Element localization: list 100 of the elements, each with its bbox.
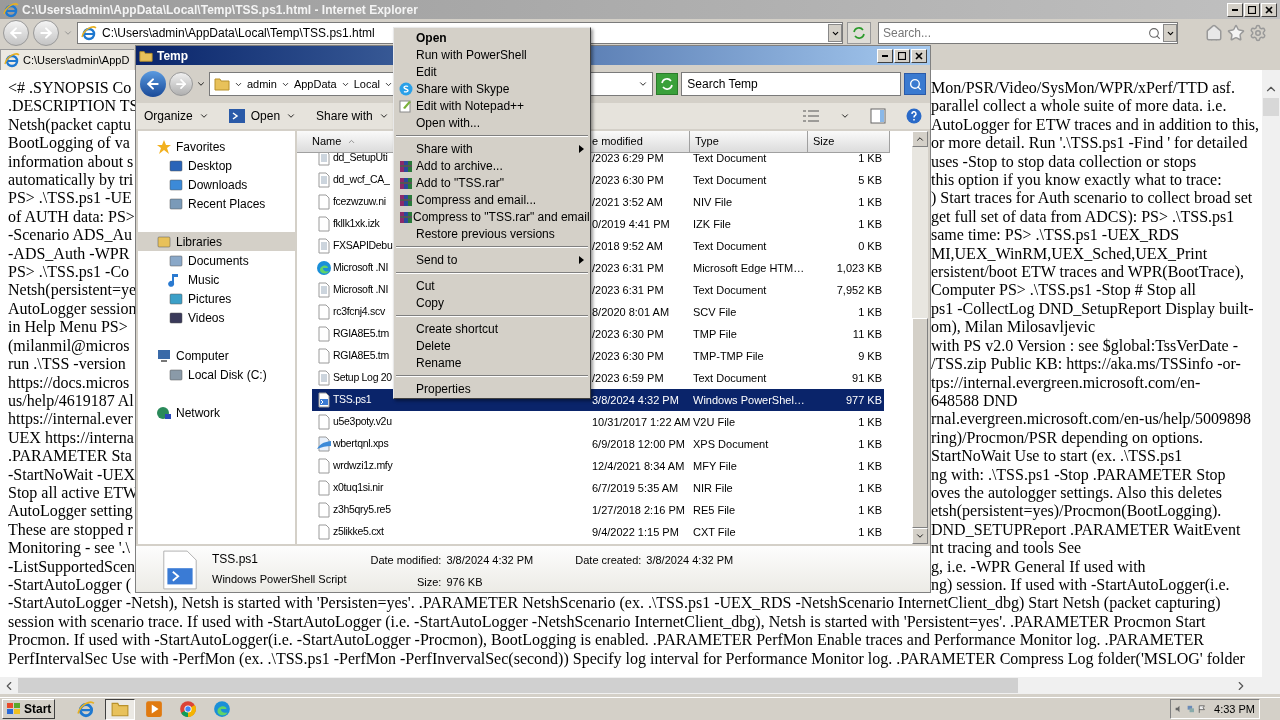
file-size: 7,952 KB	[836, 282, 882, 298]
file-size: 1 KB	[858, 304, 882, 320]
page-text-line: uses -Stop to stop data collection or stops	[931, 152, 1197, 172]
page-text-line: https://docs.micros	[8, 373, 130, 392]
file-type: MFY File	[693, 458, 737, 474]
file-date: 1/27/2018 2:16 PM	[592, 502, 685, 518]
file-date: 6/9/2018 12:00 PM	[592, 436, 685, 452]
page-text-line: AutoLogger for ETW traces and in addition to this,	[931, 115, 1260, 135]
file-date: /2023 6:30 PM	[592, 172, 664, 188]
file-size: 91 KB	[852, 370, 882, 386]
file-type: TMP-TMP File	[693, 348, 764, 364]
file-size: 1 KB	[858, 480, 882, 496]
page-text-line: nt tracing and tools See	[931, 539, 1082, 558]
file-type: Text Document	[693, 238, 767, 254]
page-text-line: PS> .\TSS.ps1 -UE	[8, 189, 132, 208]
page-text-line: us/help/4619187 Al	[8, 391, 134, 411]
page-text-line: in Help Menu PS>	[8, 318, 128, 337]
page-text-line: Mon/PSR/Video/SysMon/WPR/xPerf/TTD asf.	[931, 79, 1235, 98]
file-date: 10/31/2017 1:22 AM	[592, 414, 691, 430]
browser-title: C:\Users\admin\AppData\Local\Temp\TSS.ps1.html - Internet Explorer	[22, 1, 418, 19]
file-name: wbertqnl.xps	[333, 436, 389, 452]
file-size: 1 KB	[858, 458, 882, 474]
page-text-line: DND_SETUPReport .PARAMETER WaitEvent	[931, 520, 1241, 540]
file-size: 1 KB	[858, 216, 882, 232]
file-name: RGIA8E5.tm	[333, 348, 389, 364]
page-text-line: ps1 -CollectLog DND_SetupReport Display built-	[931, 299, 1254, 319]
file-name: Microsoft .NI	[333, 260, 389, 276]
file-date: 3/8/2024 4:32 PM	[592, 392, 679, 408]
page-text-line: https://internal.ever	[8, 410, 133, 429]
address-text: C:\Users\admin\AppData\Local\Temp\TSS.ps1.html	[102, 25, 375, 42]
page-text-line: information about s	[8, 152, 134, 172]
file-type: SCV File	[693, 304, 737, 320]
file-size: 1 KB	[858, 502, 882, 518]
page-text-line: UEX https://interna	[8, 428, 134, 448]
file-name: rc3fcnj4.scv	[333, 304, 385, 320]
page-text-line: g, i.e. -WPR General If used with	[931, 557, 1146, 576]
page-text-line: Procmon. If used with -StartAutoLogger(i.e. -StartAutoLogger -Procmon), BootLogging is enabled. .PARAMETER PerfMon Enable traces and Performance Monitor log. .PARAMETER	[8, 631, 1204, 650]
file-size: 5 KB	[858, 172, 882, 188]
page-text-line: oves the autologger settings. Also this deletes	[931, 483, 1223, 503]
page-text-line: Netsh(persistent=ye	[8, 281, 137, 300]
file-type: Text Document	[693, 282, 767, 298]
page-text-line: -StartAutoLogger -Netsh), Netsh is started with 'Persisten=yes'. .PARAMETER NetshScenario (ex. .\TSS.ps1 -UEX_RDS -NetshScenario InternetClient_dbg) Start Netsh (packet capturing)	[8, 594, 1221, 613]
details-file-name: TSS.ps1	[212, 551, 259, 568]
file-date: 8/2020 8:01 AM	[592, 304, 670, 320]
page-text-line: -StartAutoLogger (	[8, 575, 132, 595]
file-date: /2023 6:31 PM	[592, 260, 664, 276]
page-text-line: Netsh(packet captu	[8, 115, 132, 135]
page-text-line: om), Milan Milosavljevic	[931, 318, 1095, 337]
page-text-line: this option if you know exactly what to trace:	[931, 171, 1222, 190]
file-name: fkllk1xk.izk	[333, 216, 380, 232]
page-text-line: PS> .\TSS.ps1 -Co	[8, 263, 130, 282]
file-name: x0tuq1si.nir	[333, 480, 384, 496]
page-text-line: ring)/Procmon/PSR depending on options.	[931, 428, 1203, 448]
file-name: FXSAPIDebu	[333, 238, 393, 254]
file-type: NIR File	[693, 480, 733, 496]
file-size: 977 KB	[845, 392, 882, 408]
page-text-line: etsh(persistent=yes)/Procmon(BootLogging).	[931, 502, 1222, 521]
file-date: /2023 6:30 PM	[592, 348, 664, 364]
file-name: fcezwzuw.ni	[333, 194, 386, 210]
file-date: 0/2019 4:41 PM	[592, 216, 670, 232]
tab-title: C:\Users\admin\AppD	[23, 52, 130, 68]
page-text-line: PerfIntervalSec Use with -PerfMon (ex. .\TSS.ps1 -PerfMon -PerfInvervalSec(second)) Specify log interval for Performance Monitor log. .PARAMETER Compress Log folder('MSLOG' folder	[8, 649, 1245, 668]
page-text-line: tps://internal.evergreen.microsoft.com/en-	[931, 373, 1201, 392]
page-text-line: get full set of data from ADCS): PS> .\TSS.ps1	[931, 207, 1235, 227]
file-name: dd_SetupUti	[333, 150, 388, 166]
window-title: Temp	[157, 47, 189, 65]
file-size: 9 KB	[858, 348, 882, 364]
page-text-line: Monitoring - see '.\	[8, 539, 130, 558]
file-type: Microsoft Edge HTM…	[693, 260, 805, 276]
page-text-line: parallel collect a whole suite of more data. i.e.	[931, 97, 1227, 116]
details-value: 3/8/2024 4:32 PM	[646, 553, 734, 568]
file-type: XPS Document	[693, 436, 769, 452]
page-text-line: or more detail. Run '.\TSS.ps1 -Find ' for detailed	[931, 134, 1248, 153]
file-size: 0 KB	[858, 238, 882, 254]
page-text-line: -ListSupportedScen	[8, 557, 136, 576]
details-value: 3/8/2024 4:32 PM	[446, 553, 534, 568]
file-type: TMP File	[693, 326, 737, 342]
page-text-line: with PS v2.0 Version : see $global:TssVerDate -	[931, 336, 1238, 356]
page-text-line: same time: PS> .\TSS.ps1 -UEX_RDS	[931, 226, 1180, 245]
details-label: Size:	[416, 574, 442, 590]
file-date: 12/4/2021 8:34 AM	[592, 458, 685, 474]
clock: 4:33 PM	[1214, 701, 1255, 717]
file-type: NIV File	[693, 194, 733, 210]
page-text-line: -ADS_Auth -WPR	[8, 244, 130, 264]
file-name: dd_wcf_CA_	[333, 172, 390, 188]
file-size: 1 KB	[858, 150, 882, 166]
file-date: /2021 3:52 AM	[592, 194, 663, 210]
page-text-line: -StartNoWait -UEX	[8, 465, 136, 484]
file-name: Microsoft .NI	[333, 282, 389, 298]
page-text-line: BootLogging of va	[8, 134, 130, 153]
page-text-line: of AUTH data: PS>	[8, 207, 135, 227]
file-size: 1 KB	[858, 524, 882, 540]
file-type: CXT File	[693, 524, 736, 540]
file-type: Text Document	[693, 172, 767, 188]
file-name: wrdwzi1z.mfy	[333, 458, 393, 474]
page-text-line: run .\TSS -version	[8, 355, 126, 374]
file-name: TSS.ps1	[333, 392, 372, 408]
file-type: Windows PowerShel…	[693, 392, 805, 408]
details-label: Date modified:	[370, 553, 442, 568]
page-text-line: ng) session. If used with -StartAutoLogger(i.e.	[931, 575, 1230, 595]
